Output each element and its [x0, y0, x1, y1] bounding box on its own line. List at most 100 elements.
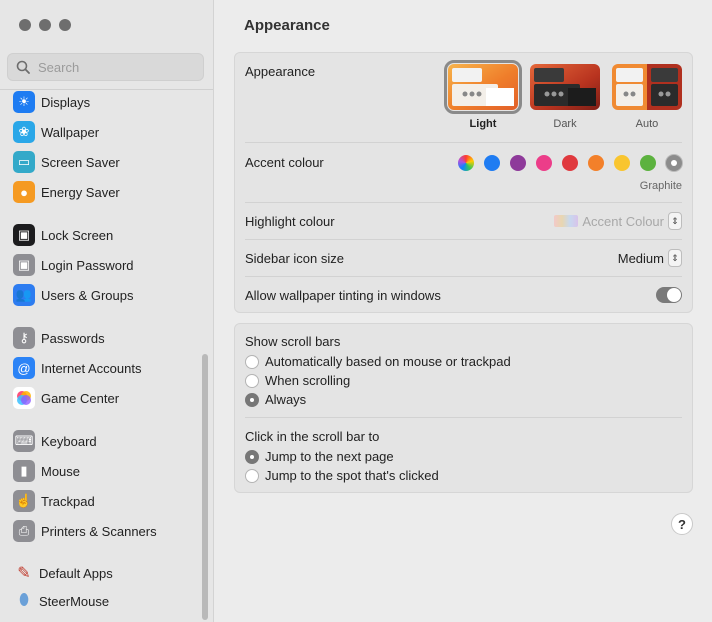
sidebar-item-internet-accounts[interactable]: @ Internet Accounts: [13, 356, 141, 380]
accent-red-swatch[interactable]: [562, 155, 578, 171]
sidebar-item-label: Screen Saver: [41, 154, 120, 170]
sidebar-icon-size-label: Sidebar icon size: [245, 251, 344, 266]
window-controls: [19, 19, 71, 31]
radio-button[interactable]: [245, 392, 259, 407]
help-button[interactable]: ?: [671, 513, 693, 535]
sidebar-item-keyboard[interactable]: ⌨ Keyboard: [13, 429, 97, 453]
sidebar-item-label: Energy Saver: [41, 184, 120, 200]
show-scroll-bars-label: Show scroll bars: [245, 334, 341, 349]
sidebar-item-label: Login Password: [41, 257, 134, 273]
click-scroll-bar-label: Click in the scroll bar to: [245, 429, 380, 444]
sidebar-item-login-password[interactable]: ▣ Login Password: [13, 253, 134, 277]
sidebar-scrollbar[interactable]: [202, 354, 208, 620]
main-panel: Appearance Appearance Light Dark Auto Ac…: [214, 0, 712, 622]
accent-purple-swatch[interactable]: [510, 155, 526, 171]
row-divider: [245, 276, 682, 277]
sidebar-item-trackpad[interactable]: ☝ Trackpad: [13, 489, 95, 513]
sidebar-item-game-center[interactable]: Game Center: [13, 386, 119, 410]
radio-button[interactable]: [245, 468, 259, 483]
light-preview-image: [448, 64, 518, 110]
appearance-light-label: Light: [469, 118, 497, 130]
radio-button[interactable]: [245, 449, 259, 464]
keyboard-icon: ⌨: [13, 430, 35, 452]
scroll-bars-always-option[interactable]: Always: [245, 392, 306, 407]
click-scroll-next-page-option[interactable]: Jump to the next page: [245, 449, 394, 464]
sidebar-item-label: Users & Groups: [41, 287, 134, 303]
radio-button[interactable]: [245, 354, 259, 369]
highlight-colour-value: Accent Colour: [582, 213, 664, 229]
sidebar-item-printers-scanners[interactable]: ⎙ Printers & Scanners: [13, 519, 157, 543]
lightbulb-icon: ●: [13, 181, 35, 203]
sidebar-item-users-groups[interactable]: 👥 Users & Groups: [13, 283, 133, 307]
auto-preview-image: [612, 64, 682, 110]
radio-label: Always: [265, 392, 307, 407]
zoom-button[interactable]: [59, 19, 71, 31]
minimize-button[interactable]: [39, 19, 51, 31]
at-icon: @: [13, 357, 35, 379]
sidebar-icon-size-value: Medium: [617, 250, 664, 266]
search-field[interactable]: [7, 53, 204, 81]
sidebar-item-lock-screen[interactable]: ▣ Lock Screen: [13, 223, 113, 247]
accent-green-swatch[interactable]: [640, 155, 656, 171]
sidebar-item-screen-saver[interactable]: ▭ Screen Saver: [13, 150, 120, 174]
accent-selected-name: Graphite: [639, 180, 682, 192]
accent-multicolor-swatch[interactable]: [458, 155, 474, 171]
accent-graphite-swatch[interactable]: [666, 155, 682, 171]
sidebar-item-wallpaper[interactable]: ❀ Wallpaper: [13, 120, 99, 144]
accent-orange-swatch[interactable]: [588, 155, 604, 171]
sidebar-item-label: Internet Accounts: [41, 360, 142, 376]
sidebar-item-label: Printers & Scanners: [41, 523, 157, 539]
sidebar-item-label: Wallpaper: [41, 124, 100, 140]
row-divider: [245, 142, 682, 143]
appearance-dark-label: Dark: [553, 118, 577, 130]
accent-yellow-swatch[interactable]: [614, 155, 630, 171]
sidebar-item-label: SteerMouse: [39, 593, 110, 609]
highlight-colour-swatch: [554, 215, 579, 227]
steermouse-icon: ⬮: [18, 592, 30, 609]
radio-label: Jump to the spot that's clicked: [265, 468, 439, 483]
screen-saver-icon: ▭: [13, 151, 35, 173]
wallpaper-tinting-toggle[interactable]: [656, 287, 682, 303]
search-icon: [16, 60, 30, 74]
scroll-bars-card: Show scroll bars Automatically based on …: [234, 323, 693, 493]
trackpad-icon: ☝: [13, 490, 35, 512]
mouse-icon: ▮: [13, 460, 35, 482]
radio-label: Jump to the next page: [265, 449, 394, 464]
accent-pink-swatch[interactable]: [536, 155, 552, 171]
appearance-card: Appearance Light Dark Auto Accent colour…: [234, 52, 693, 313]
sidebar-item-displays[interactable]: ☀ Displays: [13, 90, 90, 114]
scroll-bars-auto-option[interactable]: Automatically based on mouse or trackpad: [245, 354, 511, 369]
game-center-icon: [13, 387, 35, 409]
appearance-dark-option[interactable]: [530, 64, 600, 110]
sidebar-item-default-apps[interactable]: ✎ Default Apps: [13, 561, 113, 585]
lock-icon: ▣: [13, 224, 35, 246]
sidebar: ☀ Displays ❀ Wallpaper ▭ Screen Saver ● …: [0, 0, 214, 622]
row-divider: [245, 239, 682, 240]
radio-button[interactable]: [245, 373, 259, 388]
row-divider: [245, 417, 682, 418]
users-icon: 👥: [13, 284, 35, 306]
sidebar-item-mouse[interactable]: ▮ Mouse: [13, 459, 80, 483]
sidebar-item-label: Default Apps: [39, 565, 113, 581]
appearance-light-option[interactable]: [444, 60, 522, 114]
accent-blue-swatch[interactable]: [484, 155, 500, 171]
highlight-colour-popup[interactable]: Accent Colour ⇕: [554, 212, 682, 230]
sidebar-item-label: Passwords: [41, 330, 105, 346]
click-scroll-spot-option[interactable]: Jump to the spot that's clicked: [245, 468, 439, 483]
padlock-icon: ▣: [13, 254, 35, 276]
accent-colour-label: Accent colour: [245, 155, 324, 170]
radio-label: Automatically based on mouse or trackpad: [265, 354, 511, 369]
sidebar-item-steermouse[interactable]: ⬮ SteerMouse: [13, 589, 109, 613]
highlight-colour-label: Highlight colour: [245, 214, 335, 229]
search-input[interactable]: [38, 59, 188, 75]
sidebar-item-label: Mouse: [41, 463, 81, 479]
wallpaper-tinting-label: Allow wallpaper tinting in windows: [245, 288, 441, 303]
sidebar-item-energy-saver[interactable]: ● Energy Saver: [13, 180, 120, 204]
sidebar-icon-size-popup[interactable]: Medium ⇕: [618, 249, 682, 267]
appearance-auto-option[interactable]: [612, 64, 682, 110]
scroll-bars-when-scrolling-option[interactable]: When scrolling: [245, 373, 350, 388]
key-icon: ⚷: [13, 327, 35, 349]
close-button[interactable]: [19, 19, 31, 31]
sidebar-item-label: Keyboard: [41, 433, 97, 449]
sidebar-item-passwords[interactable]: ⚷ Passwords: [13, 326, 105, 350]
